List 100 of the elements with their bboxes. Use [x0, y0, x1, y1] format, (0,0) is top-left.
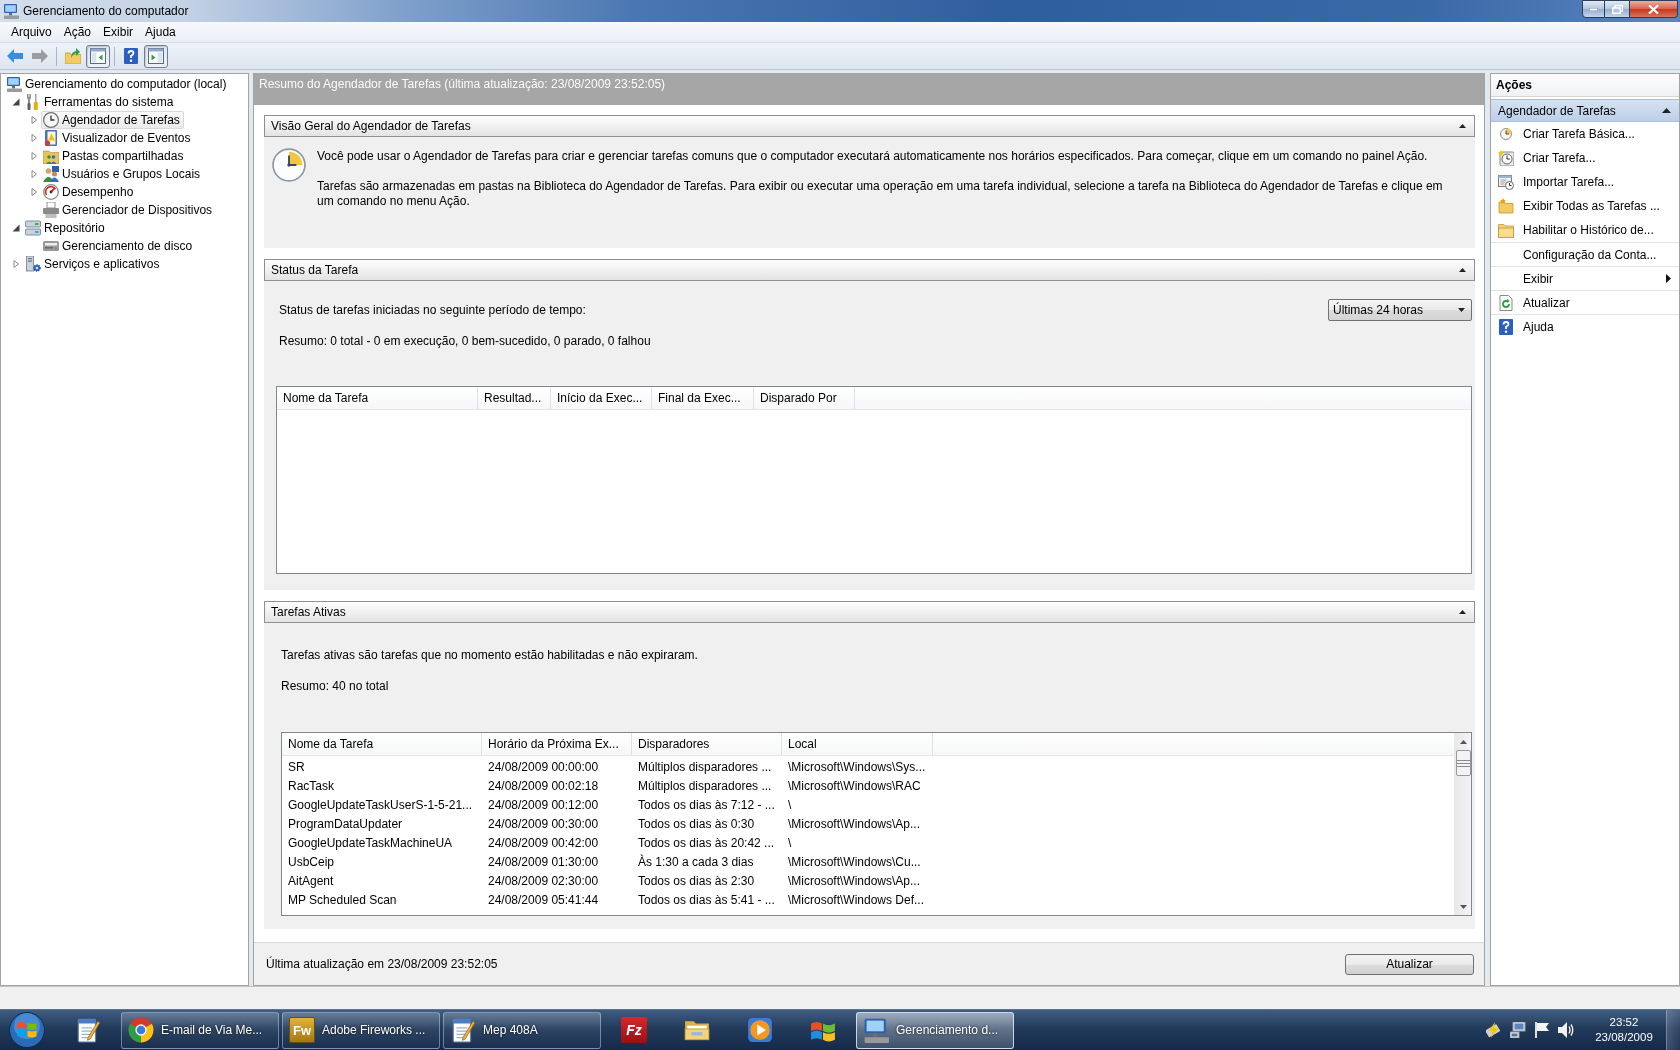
menu-item[interactable]: Ajuda	[139, 22, 182, 42]
section-header[interactable]: Status da Tarefa	[264, 259, 1475, 281]
tree-item[interactable]: Desempenho	[41, 183, 138, 201]
folder-arrow-icon	[65, 48, 81, 64]
period-label: Status de tarefas iniciadas no seguinte período de tempo:	[279, 302, 586, 318]
action-link[interactable]: Criar Tarefa...	[1491, 146, 1679, 170]
table-cell: \Microsoft\Windows\Ap...	[788, 817, 921, 831]
table-cell: 24/08/2009 00:12:00	[488, 798, 599, 812]
table-cell: \Microsoft\Windows Def...	[788, 893, 925, 907]
table-cell: 24/08/2009 00:00:00	[488, 760, 599, 774]
clock-time: 23:52	[1609, 1015, 1639, 1030]
tools-icon	[25, 94, 41, 110]
action-link[interactable]: Criar Tarefa Básica...	[1491, 122, 1679, 146]
scroll-up-icon[interactable]	[1459, 739, 1467, 744]
close-button[interactable]	[1630, 0, 1678, 18]
gauge-icon	[43, 184, 59, 200]
help-icon	[123, 48, 139, 64]
taskbar-button[interactable]: Mep 408A	[443, 1011, 601, 1049]
menu-item[interactable]: Ação	[57, 22, 98, 42]
storage-icon	[25, 220, 41, 236]
table-cell: 24/08/2009 05:41:44	[488, 893, 599, 907]
tree-item[interactable]: Pastas compartilhadas	[41, 147, 188, 165]
refresh-icon	[1498, 294, 1514, 311]
column-header[interactable]: Horário da Próxima Ex...	[482, 733, 632, 755]
table-cell: Todos os dias às 7:12 - ...	[638, 798, 775, 812]
column-header[interactable]: Nome da Tarefa	[277, 387, 478, 409]
clock-star-icon	[1498, 150, 1514, 166]
clock[interactable]: 23:52 23/08/2009	[1588, 1015, 1660, 1045]
description-text: Tarefas ativas são tarefas que no momento estão habilitadas e não expiraram.	[281, 648, 699, 663]
four-color-flag-icon	[9, 1012, 45, 1048]
action-link[interactable]: Exibir	[1491, 266, 1679, 290]
table-cell: 24/08/2009 01:30:00	[488, 855, 599, 869]
show-desktop-button[interactable]	[1666, 1010, 1680, 1050]
restore-button[interactable]	[1605, 0, 1630, 18]
table-cell: Todos os dias às 0:30	[638, 817, 755, 831]
action-link[interactable]: Configuração da Conta...	[1491, 242, 1679, 266]
folder-icon	[1498, 222, 1514, 238]
table-cell: \Microsoft\Windows\Ap...	[788, 874, 921, 888]
taskbar-button[interactable]: E-mail de Via Me...	[121, 1011, 279, 1049]
expander-icon[interactable]	[12, 98, 20, 106]
section-header[interactable]: Visão Geral do Agendador de Tarefas	[264, 115, 1475, 137]
shared-folder-icon	[43, 148, 59, 164]
speaker-icon	[1558, 1022, 1574, 1038]
scroll-down-icon[interactable]	[1459, 904, 1467, 909]
column-header[interactable]: Disparado Por	[754, 387, 855, 409]
console-tree-button[interactable]	[86, 44, 110, 68]
scrollbar[interactable]	[1454, 733, 1471, 915]
action-link[interactable]: Exibir Todas as Tarefas ...	[1491, 194, 1679, 218]
taskbar-button[interactable]: Fw Adobe Fireworks ...	[282, 1011, 440, 1049]
table-cell: \	[788, 836, 792, 850]
section-header[interactable]: Tarefas Ativas	[264, 601, 1475, 623]
expander-icon[interactable]	[12, 224, 20, 232]
clock-icon	[43, 112, 59, 128]
tree-item[interactable]: Agendador de Tarefas	[41, 111, 184, 129]
column-header[interactable]: Final da Exec...	[652, 387, 754, 409]
tree-item[interactable]: Gerenciamento de disco	[41, 237, 197, 255]
summary-text: Resumo: 0 total - 0 em execução, 0 bem-sucedido, 0 parado, 0 falhou	[278, 334, 652, 349]
table-cell: \Microsoft\Windows\RAC	[788, 779, 921, 793]
action-pane-button[interactable]	[144, 44, 168, 68]
server-gear-icon	[25, 256, 41, 272]
action-link[interactable]: Habilitar o Histórico de...	[1491, 218, 1679, 242]
table-cell: AitAgent	[288, 874, 334, 888]
tree-item[interactable]: Visualizador de Eventos	[41, 129, 195, 147]
refresh-button[interactable]: Atualizar	[1345, 953, 1474, 975]
summary-header: Resumo do Agendador de Tarefas (última atualização: 23/08/2009 23:52:05)	[254, 74, 1484, 105]
scroll-thumb[interactable]	[1455, 750, 1471, 776]
column-header[interactable]: Local	[782, 733, 933, 755]
action-link[interactable]: Ajuda	[1491, 314, 1679, 338]
clock-icon	[1500, 128, 1512, 140]
back-arrow-icon	[7, 48, 23, 64]
table-cell: \	[788, 798, 792, 812]
table-cell: 24/08/2009 00:30:00	[488, 817, 599, 831]
table-cell: 24/08/2009 02:30:00	[488, 874, 599, 888]
tree-item[interactable]: Gerenciador de Dispositivos	[41, 201, 217, 219]
minimize-button[interactable]	[1582, 0, 1605, 18]
tree-item[interactable]: Ferramentas do sistema	[23, 93, 178, 111]
taskbar-button[interactable]: Gerenciamento d...	[856, 1011, 1014, 1049]
tricolor-circle-icon	[128, 1017, 154, 1043]
menu-item[interactable]: Arquivo	[5, 22, 58, 42]
time-range-dropdown[interactable]: Últimas 24 horas	[1328, 299, 1472, 321]
tree-item[interactable]: Serviços e aplicativos	[23, 255, 164, 273]
table-cell: GoogleUpdateTaskUserS-1-5-21...	[288, 798, 473, 812]
action-link[interactable]: Importar Tarefa...	[1491, 170, 1679, 194]
column-header[interactable]: Início da Exec...	[551, 387, 652, 409]
action-link[interactable]: Atualizar	[1491, 290, 1679, 314]
tree-item[interactable]: Gerenciamento do computador (local)	[4, 75, 231, 93]
play-icon	[747, 1017, 773, 1043]
computer-icon	[3, 3, 19, 19]
tree-item[interactable]: Repositório	[23, 219, 109, 237]
tree-item[interactable]: Usuários e Grupos Locais	[41, 165, 205, 183]
actions-section-header[interactable]: Agendador de Tarefas	[1491, 99, 1679, 122]
column-header[interactable]: Resultad...	[478, 387, 551, 409]
menu-item[interactable]: Exibir	[97, 22, 140, 42]
column-header[interactable]: Disparadores	[632, 733, 782, 755]
left-pane-icon	[90, 48, 106, 64]
description-text: Tarefas são armazenadas em pastas na Biblioteca do Agendador de Tarefas. Para exibir ou executar uma operação em uma tarefa individual, selecione a tarefa na Biblioteca do Agendador de Tarefas e clique em um comando no menu Ação.	[317, 179, 1444, 209]
column-header[interactable]: Nome da Tarefa	[282, 733, 482, 755]
app-logo: Fz	[621, 1017, 647, 1043]
table-cell: Múltiplos disparadores ...	[638, 779, 772, 793]
taskbar-button[interactable]: Fz	[604, 1011, 664, 1049]
